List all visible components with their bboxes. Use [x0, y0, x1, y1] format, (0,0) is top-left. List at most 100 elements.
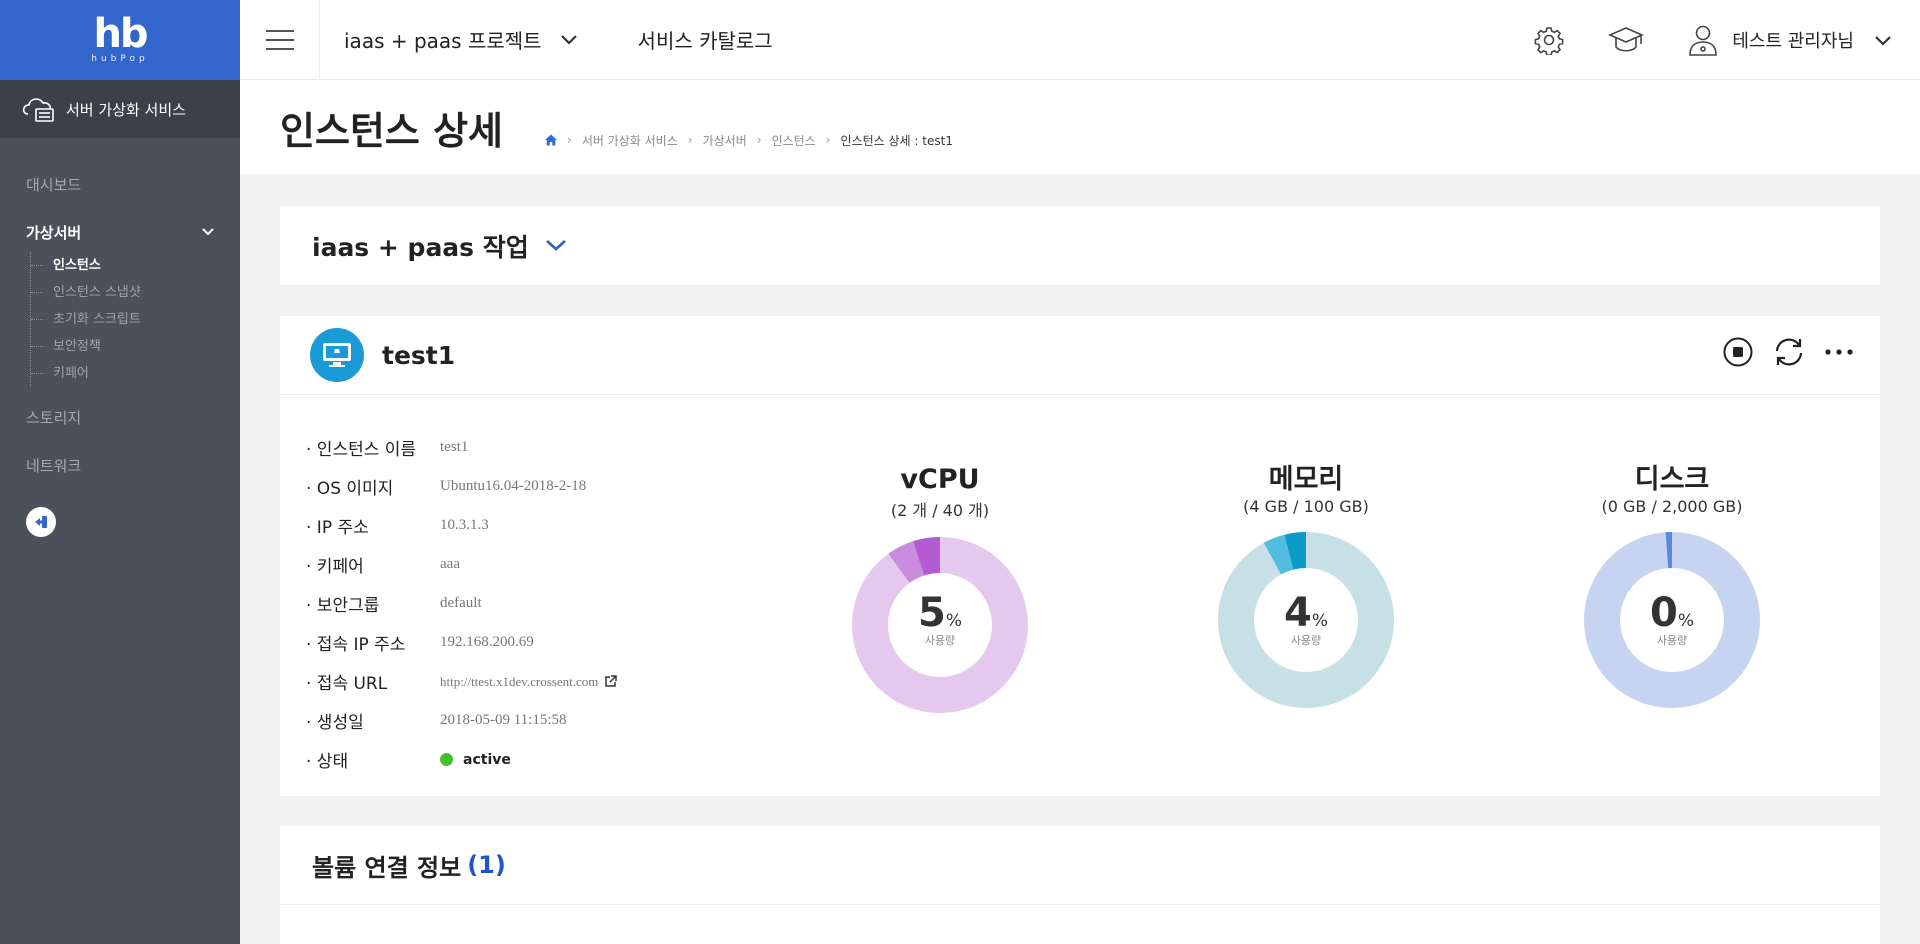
vcpu-gauge: vCPU (2 개 / 40 개) 5% 사용량 — [845, 464, 1035, 713]
sidebar-subitem-instance[interactable]: 인스턴스 — [31, 252, 240, 279]
logo-text: hubPop — [91, 54, 149, 64]
instance-name: test1 — [382, 340, 456, 370]
breadcrumb-separator: › — [756, 133, 762, 147]
instance-actions — [1704, 336, 1854, 368]
service-title: 서버 가상화 서비스 — [66, 100, 186, 119]
education-button[interactable] — [1608, 25, 1645, 55]
header-actions: 테스트 관리자님 — [1490, 0, 1892, 80]
disk-gauge: 디스크 (0 GB / 2,000 GB) 0% 사용량 — [1577, 464, 1767, 708]
info-row: · IP 주소 10.3.1.3 — [306, 506, 617, 545]
side-menu: 대시보드 가상서버 인스턴스 인스턴스 스냅샷 초기화 스크립트 보안정책 키페… — [0, 138, 240, 537]
info-value: aaa — [440, 556, 460, 572]
status-badge: active — [440, 752, 511, 768]
info-row: · 보안그룹 default — [306, 584, 617, 623]
volume-title: 볼륨 연결 정보 — [312, 853, 462, 882]
top-header: iaas + paas 프로젝트 서비스 카탈로그 테스트 관리자님 — [240, 0, 1920, 80]
gauge-title: vCPU — [900, 464, 980, 495]
info-label: · OS 이미지 — [306, 479, 394, 499]
sidebar-item-virtual-server[interactable]: 가상서버 — [0, 208, 240, 256]
chevron-down-icon — [545, 240, 566, 251]
gauge-center: 5% 사용량 — [845, 590, 1035, 648]
info-label: · 접속 IP 주소 — [306, 635, 406, 655]
info-label: · IP 주소 — [306, 518, 369, 538]
gauge-subtitle: (4 GB / 100 GB) — [1243, 497, 1369, 516]
gauge-title: 메모리 — [1268, 464, 1344, 495]
info-row: · 생성일 2018-05-09 11:15:58 — [306, 701, 617, 740]
volume-count: (1) — [467, 851, 506, 879]
info-label: · 보안그룹 — [306, 596, 380, 616]
gauge-unit: % — [945, 611, 962, 631]
menu-toggle-button[interactable] — [240, 0, 320, 80]
status-text: active — [463, 751, 511, 768]
project-select[interactable]: iaas + paas 프로젝트 — [344, 25, 578, 54]
home-icon[interactable] — [545, 134, 557, 146]
refresh-icon[interactable] — [1772, 336, 1806, 368]
stop-icon[interactable] — [1722, 336, 1754, 368]
access-url-text: http://ttest.x1dev.crossent.com — [440, 673, 599, 689]
info-value: 2018-05-09 11:15:58 — [440, 712, 567, 728]
info-label: · 접속 URL — [306, 674, 388, 694]
more-icon[interactable] — [1824, 348, 1854, 356]
gauge-value: 4 — [1284, 590, 1312, 636]
instance-info-list: · 인스턴스 이름 test1 · OS 이미지 Ubuntu16.04-201… — [306, 428, 618, 779]
gauge-value: 0 — [1650, 590, 1678, 636]
info-value: default — [440, 595, 482, 611]
logo-mark: hb — [93, 11, 148, 57]
monitor-icon — [310, 328, 364, 382]
gauge-title: 디스크 — [1634, 464, 1710, 495]
job-select[interactable]: iaas + paas 작업 — [280, 206, 1880, 285]
info-row: · 접속 IP 주소 192.168.200.69 — [306, 623, 617, 662]
sidebar-item-dashboard[interactable]: 대시보드 — [0, 160, 240, 208]
job-title: iaas + paas 작업 — [312, 232, 529, 262]
page-title: 인스턴스 상세 — [280, 108, 503, 153]
info-row: · 상태 active — [306, 740, 617, 779]
gauge-unit: % — [1311, 611, 1328, 631]
breadcrumb-item[interactable]: 인스턴스 — [772, 132, 816, 149]
info-row: · 키페어 aaa — [306, 545, 617, 584]
gauge-center: 4% 사용량 — [1211, 590, 1401, 648]
sidebar-subitem-instance-snapshot[interactable]: 인스턴스 스냅샷 — [31, 279, 240, 306]
instance-detail-card: test1 · 인스턴스 이름 test1 · OS 이미지 Ubuntu16.… — [280, 316, 1880, 796]
info-value: 192.168.200.69 — [440, 634, 534, 650]
instance-header: test1 — [280, 316, 1880, 395]
info-row: · OS 이미지 Ubuntu16.04-2018-2-18 — [306, 467, 617, 506]
breadcrumb-separator: › — [687, 133, 693, 147]
info-label: · 키페어 — [306, 557, 364, 577]
settings-button[interactable] — [1534, 25, 1564, 55]
sidebar-subitem-keypair[interactable]: 키페어 — [31, 360, 240, 387]
breadcrumb-item[interactable]: 가상서버 — [703, 132, 747, 149]
info-value: 10.3.1.3 — [440, 517, 489, 533]
volume-card: 볼륨 연결 정보 (1) — [280, 826, 1880, 944]
gauge-unit: % — [1677, 611, 1694, 631]
sidebar-item-network[interactable]: 네트워크 — [0, 441, 240, 489]
service-header[interactable]: 서버 가상화 서비스 — [0, 80, 240, 138]
breadcrumb: › 서버 가상화 서비스 › 가상서버 › 인스턴스 › 인스턴스 상세 : t… — [545, 132, 953, 149]
hamburger-icon — [265, 29, 294, 50]
user-icon — [1689, 25, 1718, 56]
user-name: 테스트 관리자님 — [1732, 31, 1854, 52]
gauge-subtitle: (0 GB / 2,000 GB) — [1601, 497, 1743, 516]
virtual-server-submenu: 인스턴스 인스턴스 스냅샷 초기화 스크립트 보안정책 키페어 — [30, 252, 240, 387]
cloud-server-icon — [22, 98, 54, 122]
user-menu[interactable]: 테스트 관리자님 — [1688, 24, 1892, 56]
gauge-label: 사용량 — [1656, 634, 1688, 647]
breadcrumb-item[interactable]: 서버 가상화 서비스 — [582, 132, 678, 149]
volume-header: 볼륨 연결 정보 (1) — [280, 826, 1880, 905]
sidebar: hb hubPop 서버 가상화 서비스 대시보드 가상서버 인스턴스 인스턴스… — [0, 0, 240, 944]
sidebar-item-storage[interactable]: 스토리지 — [0, 393, 240, 441]
gauge-value: 5 — [918, 590, 946, 636]
external-link-icon — [605, 675, 618, 687]
sidebar-item-label: 가상서버 — [26, 223, 82, 242]
breadcrumb-separator: › — [825, 133, 831, 147]
info-row: · 인스턴스 이름 test1 — [306, 428, 617, 467]
logout-button[interactable] — [26, 507, 56, 537]
access-url-link[interactable]: http://ttest.x1dev.crossent.com — [440, 673, 618, 690]
gear-icon — [1534, 27, 1564, 55]
service-catalog-link[interactable]: 서비스 카탈로그 — [638, 25, 773, 54]
gauge-subtitle: (2 개 / 40 개) — [890, 501, 990, 520]
memory-gauge: 메모리 (4 GB / 100 GB) 4% 사용량 — [1211, 464, 1401, 708]
sidebar-subitem-init-script[interactable]: 초기화 스크립트 — [31, 306, 240, 333]
logout-icon — [35, 516, 47, 528]
logo[interactable]: hb hubPop — [0, 0, 240, 80]
sidebar-subitem-security-policy[interactable]: 보안정책 — [31, 333, 240, 360]
